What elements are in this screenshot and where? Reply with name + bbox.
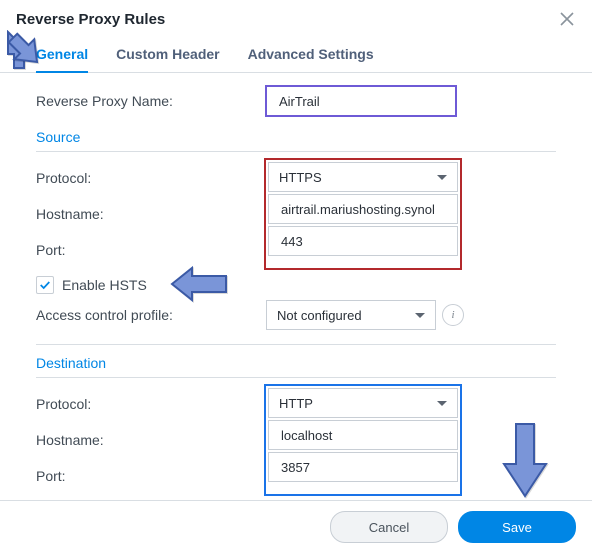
tab-custom-header[interactable]: Custom Header <box>116 40 219 72</box>
destination-fields-highlight: HTTP <box>266 386 460 494</box>
save-button[interactable]: Save <box>458 511 576 543</box>
enable-hsts-checkbox[interactable] <box>36 276 54 294</box>
label-name: Reverse Proxy Name: <box>36 93 266 109</box>
acp-select[interactable]: Not configured <box>266 300 436 330</box>
chevron-down-icon <box>437 401 447 406</box>
dst-hostname-input[interactable] <box>268 420 458 450</box>
row-hsts: Enable HSTS <box>36 276 556 294</box>
src-hostname-field[interactable] <box>279 201 447 218</box>
source-fields-highlight: HTTPS <box>266 160 460 268</box>
divider <box>36 377 556 378</box>
label-dst-port: Port: <box>36 468 266 484</box>
name-input-field[interactable] <box>277 93 445 110</box>
src-protocol-select[interactable]: HTTPS <box>268 162 458 192</box>
src-port-input[interactable] <box>268 226 458 256</box>
name-input[interactable] <box>266 86 456 116</box>
label-dst-protocol: Protocol: <box>36 396 266 412</box>
dialog-header: Reverse Proxy Rules <box>0 0 592 34</box>
label-src-protocol: Protocol: <box>36 170 266 186</box>
reverse-proxy-dialog: Reverse Proxy Rules General Custom Heade… <box>0 0 592 557</box>
label-src-port: Port: <box>36 242 266 258</box>
section-source-title: Source <box>36 129 556 145</box>
dst-port-field[interactable] <box>279 459 447 476</box>
acp-value: Not configured <box>277 308 362 323</box>
cancel-button[interactable]: Cancel <box>330 511 448 543</box>
chevron-down-icon <box>437 175 447 180</box>
dialog-footer: Cancel Save <box>0 500 592 557</box>
row-acp: Access control profile: Not configured i <box>36 300 556 330</box>
divider <box>36 344 556 345</box>
dst-protocol-value: HTTP <box>279 396 313 411</box>
dst-hostname-field[interactable] <box>279 427 447 444</box>
label-enable-hsts: Enable HSTS <box>62 277 147 293</box>
dialog-title: Reverse Proxy Rules <box>16 11 165 28</box>
src-hostname-input[interactable] <box>268 194 458 224</box>
chevron-down-icon <box>415 313 425 318</box>
row-name: Reverse Proxy Name: <box>36 83 556 119</box>
close-icon[interactable] <box>558 10 576 28</box>
dst-protocol-select[interactable]: HTTP <box>268 388 458 418</box>
dst-port-input[interactable] <box>268 452 458 482</box>
label-acp: Access control profile: <box>36 307 266 323</box>
label-src-hostname: Hostname: <box>36 206 266 222</box>
src-protocol-value: HTTPS <box>279 170 322 185</box>
section-destination-title: Destination <box>36 355 556 371</box>
tabs: General Custom Header Advanced Settings <box>0 34 592 73</box>
divider <box>36 151 556 152</box>
tab-advanced-settings[interactable]: Advanced Settings <box>248 40 374 72</box>
info-icon[interactable]: i <box>442 304 464 326</box>
tab-general[interactable]: General <box>36 40 88 72</box>
check-icon <box>39 279 51 291</box>
src-port-field[interactable] <box>279 233 447 250</box>
label-dst-hostname: Hostname: <box>36 432 266 448</box>
